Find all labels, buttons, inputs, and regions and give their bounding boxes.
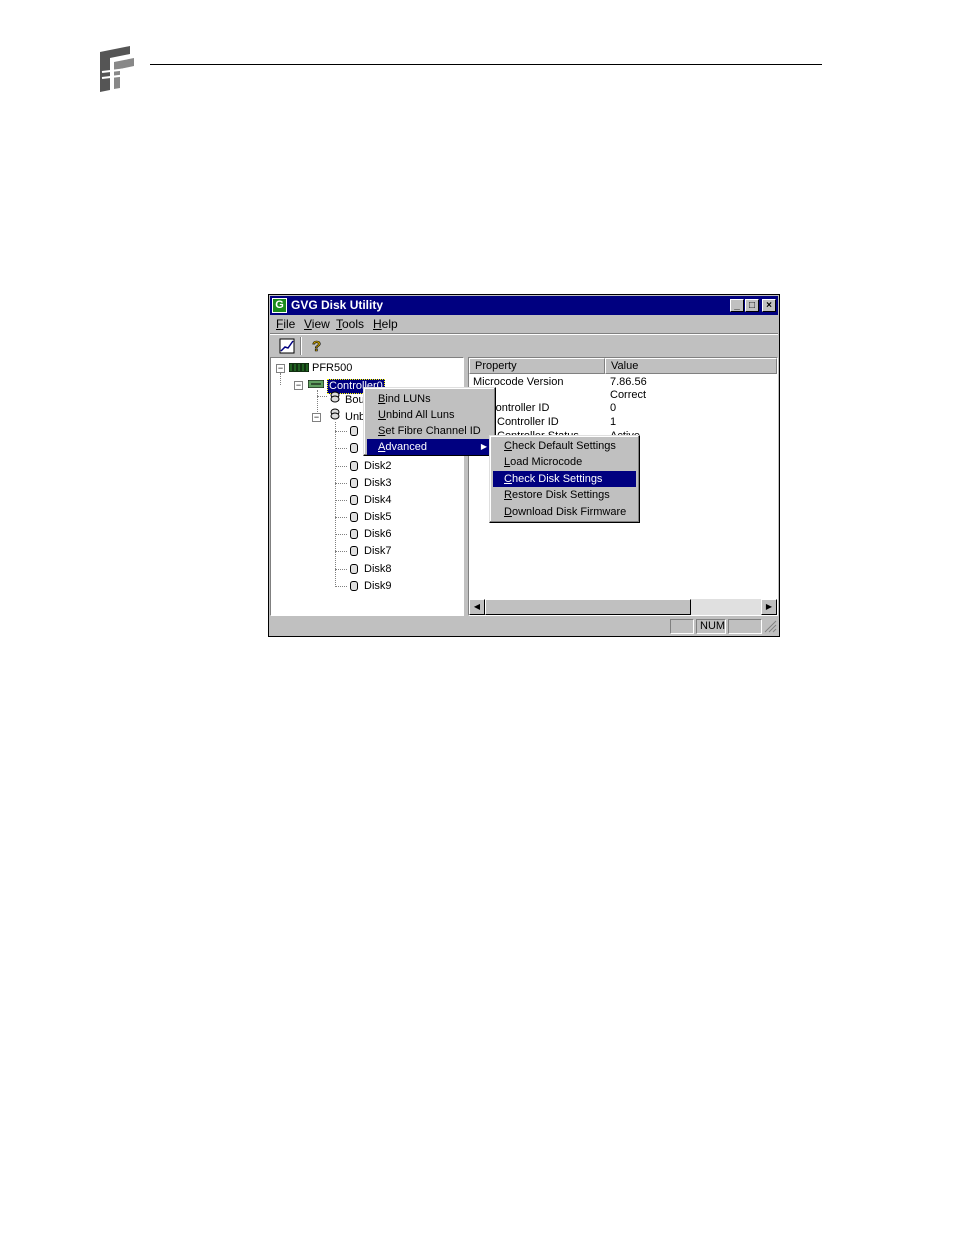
tree-line [335,422,336,587]
company-logo-icon [96,42,138,94]
close-button[interactable]: × [762,299,776,312]
status-message [274,619,664,634]
disk-icon [350,478,358,488]
tree-node-disk[interactable]: Disk3 [364,477,392,490]
help-button[interactable]: ? [304,336,326,356]
scroll-left-arrow-icon[interactable]: ◀ [469,599,485,615]
toolbar: ? [270,335,778,357]
submenu-arrow-icon: ▶ [480,442,487,451]
maximize-button[interactable]: □ [745,299,759,312]
tree-node-disk[interactable]: Disk2 [364,460,392,473]
disk-icon [350,546,358,556]
collapse-icon[interactable]: − [294,381,303,390]
tree-line [280,373,281,385]
menu-help[interactable]: Help [373,317,398,331]
status-bar: NUM [270,617,778,635]
collapse-icon[interactable]: − [276,364,285,373]
menu-item-unbind-all-luns[interactable]: Unbind All Luns [367,407,492,423]
tree-line [335,500,347,501]
tree-node-root[interactable]: PFR500 [312,362,352,375]
window-title: GVG Disk Utility [291,298,384,312]
scroll-right-arrow-icon[interactable]: ▶ [761,599,777,615]
column-header-property[interactable]: Property [469,358,605,374]
value-cell: Correct [610,389,647,401]
scroll-thumb[interactable] [485,599,691,615]
toolbar-divider [300,337,302,355]
app-icon[interactable]: G [272,298,287,313]
tree-node-disk[interactable]: Disk6 [364,528,392,541]
menu-tools[interactable]: Tools [336,317,364,331]
menu-item-check-default-settings[interactable]: Check Default Settings [493,438,636,454]
chart-icon [279,338,295,354]
chart-button[interactable] [276,336,298,356]
menu-item-load-microcode[interactable]: Load Microcode [493,454,636,470]
menu-item-bind-luns[interactable]: Bind LUNs [367,391,492,407]
menu-item-check-disk-settings[interactable]: Check Disk Settings [493,471,636,487]
tree-line [335,534,347,535]
title-bar[interactable]: G GVG Disk Utility _ □ × [270,296,778,315]
unbound-group-icon [330,408,340,420]
header-rule [150,64,822,65]
tree-line [335,483,347,484]
value-cell: 0 [610,402,617,414]
status-panel-scroll [728,619,762,634]
horizontal-scrollbar[interactable]: ◀ ▶ [469,599,777,615]
tree-line [335,448,347,449]
menu-item-set-fibre-channel-id[interactable]: Set Fibre Channel ID [367,423,492,439]
tree-node-bound[interactable]: Bou [345,394,365,407]
tree-line [317,396,327,397]
menu-item-download-disk-firmware[interactable]: Download Disk Firmware [493,504,636,520]
disk-icon [350,426,358,436]
menu-item-advanced[interactable]: Advanced ▶ [367,439,492,455]
advanced-submenu: Check Default Settings Load Microcode Ch… [489,435,640,523]
disk-icon [350,529,358,539]
disk-icon [350,495,358,505]
svg-text:?: ? [312,338,321,355]
value-cell: 7.86.56 [610,376,647,388]
controller-icon [308,380,324,388]
menu-item-restore-disk-settings[interactable]: Restore Disk Settings [493,487,636,503]
column-header-value[interactable]: Value [605,358,777,374]
disk-icon [350,564,358,574]
value-cell: 1 [610,416,617,428]
tree-node-disk[interactable]: Disk8 [364,563,392,576]
help-icon: ? [312,338,322,356]
menu-file[interactable]: File [276,317,295,331]
tree-line [335,431,347,432]
tree-line [335,569,347,570]
tree-node-disk[interactable]: Disk4 [364,494,392,507]
status-panel-caps [670,619,694,634]
disk-icon [350,461,358,471]
tree-line [335,517,347,518]
disk-icon [350,581,358,591]
bound-group-icon [330,391,340,403]
tree-line [335,586,347,587]
tree-line [335,551,347,552]
disk-icon [350,512,358,522]
tree-node-disk[interactable]: Disk5 [364,511,392,524]
resize-grip-icon[interactable] [764,620,777,633]
disk-icon [350,443,358,453]
minimize-button[interactable]: _ [730,299,744,312]
tree-node-disk[interactable]: Disk7 [364,545,392,558]
property-cell: Controller ID [497,416,559,428]
tree-node-disk[interactable]: Disk9 [364,580,392,593]
storage-array-icon [289,363,309,372]
menu-view[interactable]: View [304,317,330,331]
status-panel-num: NUM [696,619,726,634]
menu-bar: File View Tools Help [270,315,778,333]
collapse-icon[interactable]: − [312,413,321,422]
tree-line [335,466,347,467]
app-window: G GVG Disk Utility _ □ × File View Tools… [268,294,780,637]
context-menu: Bind LUNs Unbind All Luns Set Fibre Chan… [363,387,496,456]
